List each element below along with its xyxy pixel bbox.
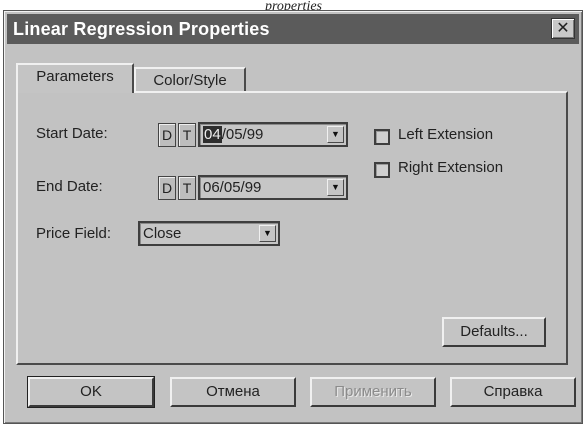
start-date-label: Start Date: [36, 125, 108, 142]
cancel-button[interactable]: Отмена [170, 377, 296, 407]
start-date-rest: /05/99 [221, 126, 264, 143]
help-button[interactable]: Справка [450, 377, 576, 407]
defaults-button[interactable]: Defaults... [442, 317, 546, 347]
close-icon: ✕ [556, 20, 570, 37]
end-date-t-label: T [182, 180, 192, 196]
start-date-t-button[interactable]: T [178, 123, 196, 147]
price-field-label: Price Field: [36, 225, 112, 242]
parameters-panel: Start Date: D T 04/05/99 ▼ End Date: D T… [16, 91, 568, 365]
end-date-label: End Date: [36, 178, 103, 195]
right-extension-label[interactable]: Right Extension [398, 159, 503, 176]
price-field-value: Close [143, 225, 182, 242]
ok-button[interactable]: OK [27, 376, 155, 408]
left-extension-label[interactable]: Left Extension [398, 126, 493, 143]
end-date-picker[interactable]: 06/05/99 ▼ [198, 175, 348, 200]
title-bar[interactable]: Linear Regression Properties ✕ [7, 14, 579, 44]
close-button[interactable]: ✕ [551, 18, 575, 39]
end-date-t-button[interactable]: T [178, 176, 196, 200]
start-date-d-button[interactable]: D [158, 123, 176, 147]
start-date-value: 04/05/99 [203, 126, 263, 143]
start-date-picker[interactable]: 04/05/99 ▼ [198, 122, 348, 147]
dialog-window: Linear Regression Properties ✕ Parameter… [3, 10, 583, 424]
apply-button[interactable]: Применить [310, 377, 436, 407]
tab-parameters[interactable]: Parameters [16, 63, 134, 93]
tab-color-style-label: Color/Style [153, 72, 227, 89]
price-field-select[interactable]: Close ▼ [138, 221, 280, 246]
end-date-d-button[interactable]: D [158, 176, 176, 200]
chevron-down-icon[interactable]: ▼ [259, 225, 276, 242]
tab-parameters-label: Parameters [36, 68, 114, 85]
start-date-t-label: T [182, 127, 192, 143]
start-date-selected-segment: 04 [203, 126, 222, 143]
window-title: Linear Regression Properties [13, 19, 270, 39]
end-date-d-label: D [161, 180, 173, 196]
right-extension-checkbox[interactable] [374, 162, 390, 178]
start-date-d-label: D [161, 127, 173, 143]
tab-color-style[interactable]: Color/Style [134, 67, 246, 93]
end-date-value: 06/05/99 [203, 179, 262, 196]
chevron-down-icon[interactable]: ▼ [327, 126, 344, 143]
left-extension-checkbox[interactable] [374, 129, 390, 145]
chevron-down-icon[interactable]: ▼ [327, 179, 344, 196]
